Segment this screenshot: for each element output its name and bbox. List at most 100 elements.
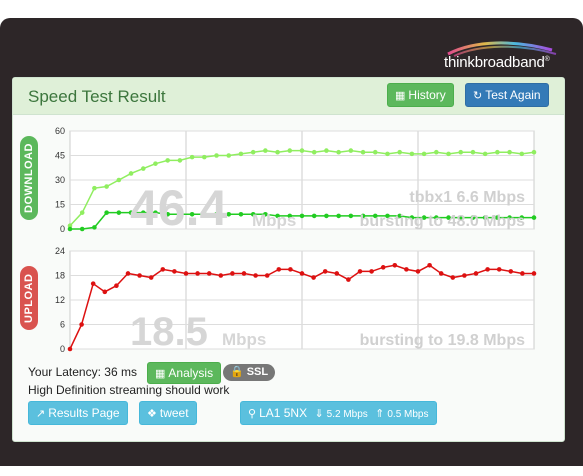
download-data-point [531, 149, 537, 155]
download-data-point [104, 184, 109, 189]
upload-ytick-label: 18 [55, 271, 65, 281]
download-ytick-label: 45 [55, 151, 65, 161]
bar-chart-icon: ▦ [155, 368, 166, 380]
upload-data-point [137, 273, 142, 278]
analysis-label: Analysis [168, 366, 214, 380]
upload-data-point [450, 275, 456, 280]
download-data-point [531, 215, 537, 220]
download-data-point [250, 149, 256, 155]
upload-data-point [392, 262, 398, 268]
server-speed-label: tbbx1 6.6 Mbps [409, 189, 525, 206]
upload-data-point [531, 271, 537, 276]
upload-ytick-label: 6 [60, 320, 65, 330]
upload-data-point [183, 271, 189, 276]
download-data-point [507, 149, 512, 155]
download-ytick-label: 0 [60, 224, 65, 234]
upload-data-point [380, 265, 386, 270]
upload-data-point [148, 275, 154, 280]
download-data-point [458, 149, 464, 155]
upload-data-point [346, 277, 351, 282]
tweet-button[interactable]: ❖ tweet [139, 401, 197, 425]
upload-ytick-label: 0 [60, 344, 65, 354]
upload-data-point [195, 271, 200, 276]
download-data-point [104, 210, 109, 215]
download-data-point [128, 171, 134, 176]
download-data-point [116, 210, 122, 215]
download-data-point [336, 149, 341, 155]
upload-data-point [404, 267, 409, 272]
upload-bursting-label: bursting to 19.8 Mbps [360, 332, 525, 349]
latency-row: Your Latency: 36 ms [28, 365, 137, 379]
ssl-label: SSL [246, 366, 269, 378]
download-data-point [226, 153, 232, 158]
upload-data-point [427, 262, 432, 268]
download-data-point [238, 151, 244, 157]
download-ytick-label: 15 [55, 200, 65, 210]
download-data-point [67, 226, 73, 232]
upload-speed: 18.5 [130, 310, 208, 354]
upload-ytick-label: 24 [55, 246, 65, 256]
download-data-point [202, 154, 207, 160]
upload-unit: Mbps [222, 330, 266, 349]
download-data-point [446, 151, 451, 157]
upload-data-point [172, 269, 177, 274]
download-unit: Mbps [252, 211, 296, 230]
download-data-point [495, 149, 500, 155]
upload-data-point [520, 271, 525, 276]
upload-data-point [357, 269, 363, 274]
upload-data-point [276, 267, 282, 272]
upload-data-point [241, 271, 247, 276]
location-label: LA1 5NX [259, 406, 308, 420]
download-data-point [324, 148, 329, 153]
download-data-point [153, 161, 158, 166]
download-data-point [177, 158, 183, 163]
download-data-point [311, 213, 317, 219]
ssl-badge[interactable]: 🔒 SSL [223, 364, 276, 381]
download-data-point [79, 210, 85, 215]
location-button[interactable]: ⚲ LA1 5NX ⇓ 5.2 Mbps ⇑ 0.5 Mbps [240, 401, 437, 425]
download-ytick-label: 30 [55, 175, 65, 185]
download-data-point [372, 149, 378, 155]
results-page-button[interactable]: ↗ Results Page [28, 401, 128, 425]
download-data-point [238, 212, 244, 217]
upload-data-point [206, 271, 212, 276]
external-link-icon: ↗ [36, 408, 46, 420]
download-data-point [421, 151, 427, 157]
upload-data-point [102, 289, 108, 295]
download-data-point [92, 225, 97, 230]
download-data-point [263, 148, 268, 153]
download-data-point [434, 149, 439, 155]
analysis-button[interactable]: ▦ Analysis [147, 362, 222, 384]
download-data-point [348, 148, 354, 153]
download-data-point [324, 213, 329, 219]
download-data-point [116, 177, 122, 183]
up-speed: 0.5 Mbps [387, 409, 429, 420]
download-data-point [299, 148, 305, 153]
arrow-up-circle-icon: ⇑ [375, 408, 385, 420]
arrow-down-circle-icon: ⇓ [314, 408, 324, 420]
upload-data-point [438, 271, 444, 276]
latency-text: Your Latency: 36 ms [28, 365, 137, 379]
download-data-point [214, 153, 219, 158]
upload-data-point [496, 267, 502, 272]
download-data-point [275, 149, 280, 155]
download-data-point [348, 213, 354, 219]
download-bursting-label: bursting to 48.0 Mbps [360, 213, 525, 230]
upload-data-point [299, 271, 305, 276]
map-marker-icon: ⚲ [248, 408, 257, 420]
upload-data-point [369, 269, 374, 274]
download-data-point [287, 148, 293, 153]
download-data-point [299, 213, 305, 219]
download-data-point [360, 149, 366, 155]
upload-data-point [230, 271, 235, 276]
upload-data-point [415, 269, 421, 274]
upload-data-point [485, 267, 490, 272]
upload-ytick-label: 12 [55, 295, 65, 305]
download-data-point [189, 154, 195, 160]
download-data-point [311, 149, 317, 155]
upload-data-point [90, 281, 96, 286]
download-data-point [140, 166, 146, 171]
download-data-point [482, 151, 488, 157]
upload-data-point [288, 267, 293, 272]
upload-data-point [253, 273, 258, 278]
